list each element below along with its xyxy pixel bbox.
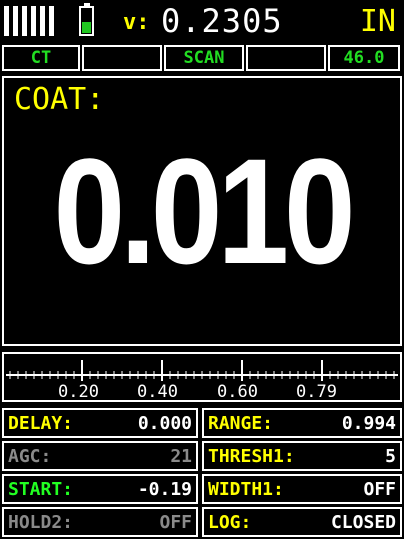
parameter-grid: DELAY: 0.000 AGC: 21 START: -0.19 HOLD2:… (2, 408, 402, 537)
scale-label: 0.40 (137, 382, 178, 402)
scale-label: 0.60 (217, 382, 258, 402)
signal-bar (49, 6, 54, 36)
param-value: 5 (385, 445, 396, 467)
signal-bars (4, 6, 54, 36)
units-indicator: IN (359, 4, 396, 39)
signal-bar (40, 6, 45, 36)
param-value: 0.994 (341, 412, 396, 434)
thickness-reading: 0.010 (53, 127, 355, 295)
velocity-label: v: (123, 10, 150, 35)
signal-bar (4, 6, 9, 36)
status-blank-1 (82, 45, 162, 71)
coating-label: COAT: (14, 82, 105, 117)
scale-label: 0.79 (296, 382, 337, 402)
param-value: 21 (170, 445, 192, 467)
param-value: 0.000 (137, 412, 192, 434)
param-value: -0.19 (137, 478, 192, 500)
param-label: LOG: (208, 511, 252, 533)
param-agc[interactable]: AGC: 21 (2, 441, 198, 471)
param-label: THRESH1: (208, 445, 295, 467)
param-range[interactable]: RANGE: 0.994 (202, 408, 402, 438)
param-label: WIDTH1: (208, 478, 284, 500)
param-log[interactable]: LOG: CLOSED (202, 507, 402, 537)
status-blank-2 (246, 45, 326, 71)
param-width1[interactable]: WIDTH1: OFF (202, 474, 402, 504)
signal-bar (13, 6, 18, 36)
velocity-value: 0.2305 (161, 2, 283, 40)
range-scale: 0.20 0.40 0.60 0.79 (2, 352, 402, 402)
mode-indicator: CT (2, 45, 80, 71)
param-label: START: (8, 478, 74, 500)
param-value: OFF (159, 511, 192, 533)
scale-label: 0.20 (58, 382, 99, 402)
param-hold2[interactable]: HOLD2: OFF (2, 507, 198, 537)
status-row: CT SCAN 46.0 (2, 45, 402, 71)
battery-cap (84, 3, 90, 7)
param-value: CLOSED (330, 511, 396, 533)
param-delay[interactable]: DELAY: 0.000 (2, 408, 198, 438)
param-start[interactable]: START: -0.19 (2, 474, 198, 504)
reading-panel: COAT: 0.010 (2, 76, 402, 346)
gain-indicator: 46.0 (328, 45, 400, 71)
signal-bar (22, 6, 27, 36)
param-label: AGC: (8, 445, 52, 467)
param-value: OFF (363, 478, 396, 500)
gauge-screen: v: 0.2305 IN CT SCAN 46.0 COAT: 0.010 0.… (0, 0, 404, 539)
scan-indicator: SCAN (164, 45, 244, 71)
param-thresh1[interactable]: THRESH1: 5 (202, 441, 402, 471)
param-label: HOLD2: (8, 511, 74, 533)
signal-bar (31, 6, 36, 36)
battery-fill (82, 22, 91, 33)
param-label: DELAY: (8, 412, 74, 434)
param-label: RANGE: (208, 412, 274, 434)
battery-level-icon (79, 3, 94, 36)
